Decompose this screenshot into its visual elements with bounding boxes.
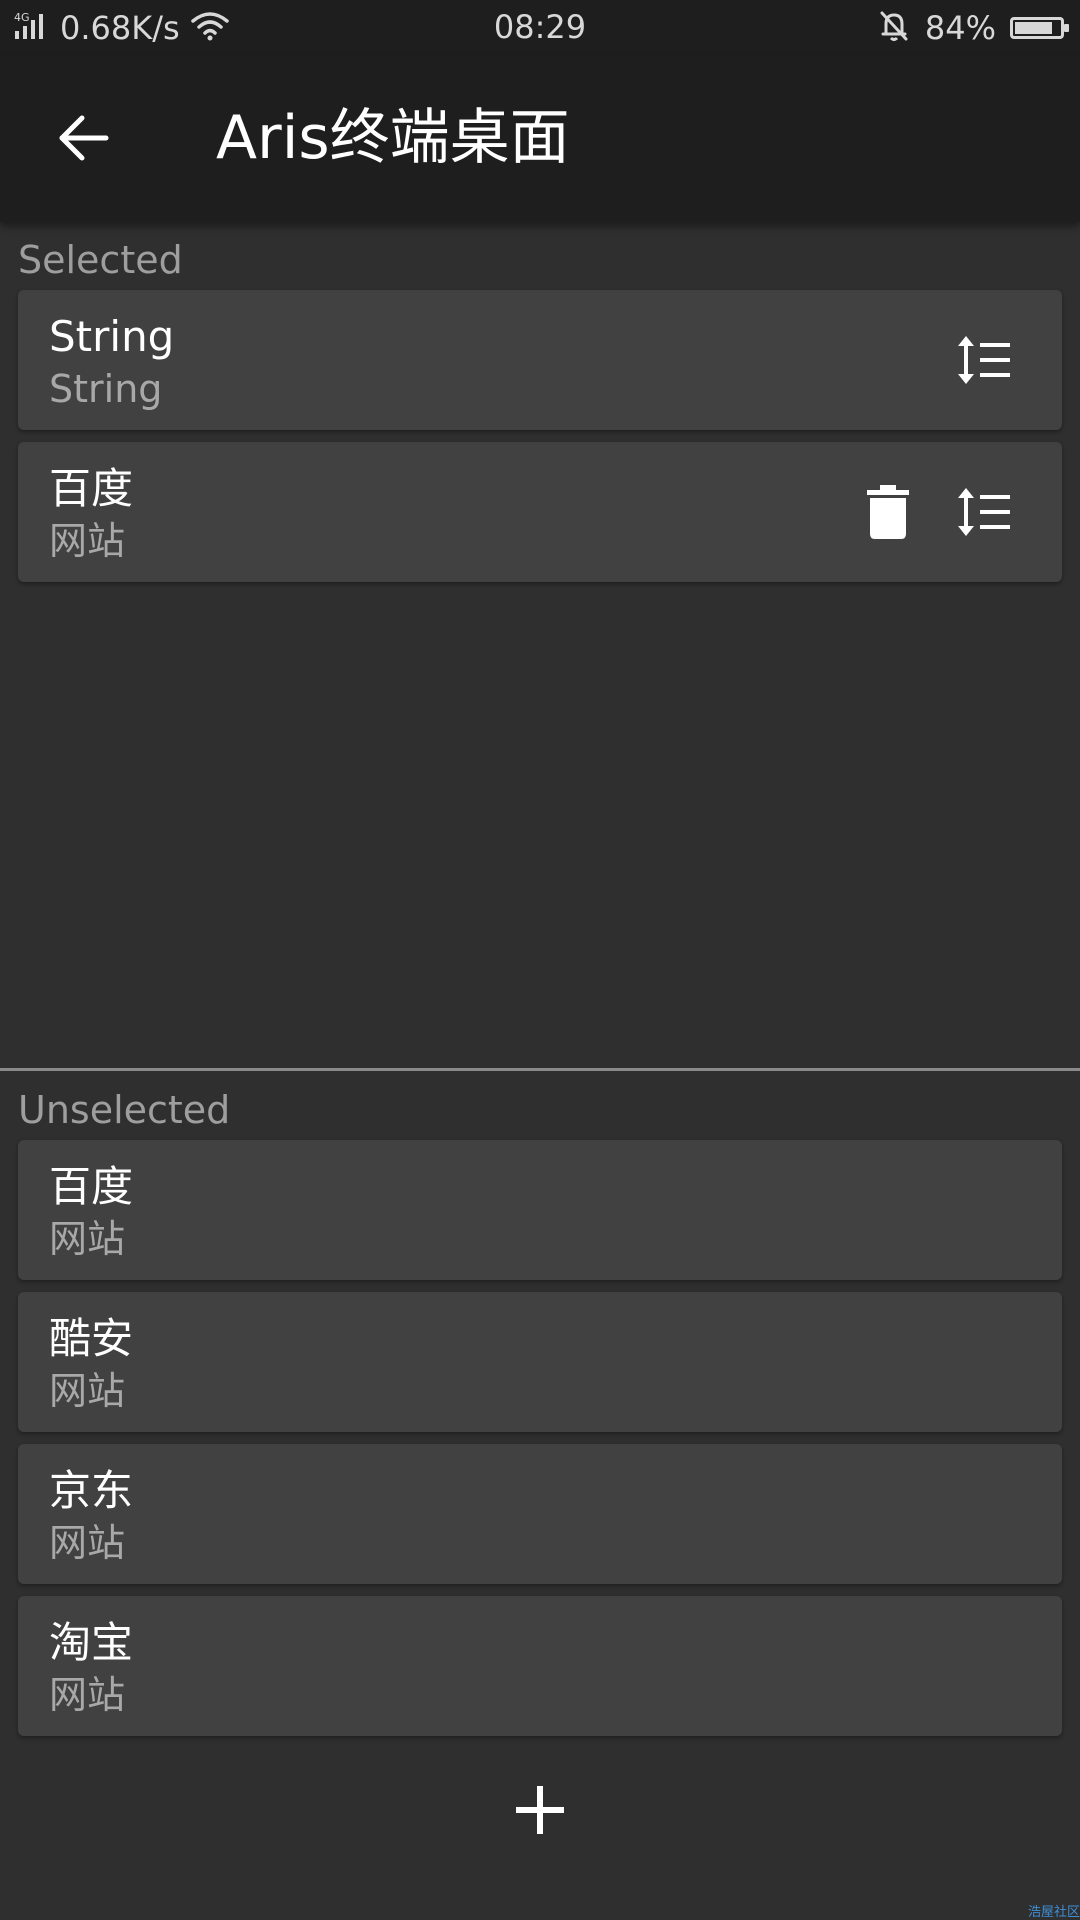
selected-item-baidu[interactable]: 百度 网站 — [18, 442, 1062, 582]
delete-button[interactable] — [852, 476, 924, 548]
delete-icon — [867, 485, 909, 539]
status-bar: 4G 0.68K/s 08:29 84% — [0, 0, 1080, 56]
item-subtitle: 网站 — [49, 1673, 126, 1717]
page-title: Aris终端桌面 — [216, 103, 570, 173]
arrow-back-icon — [59, 115, 109, 161]
reorder-handle[interactable] — [948, 476, 1020, 548]
add-button[interactable] — [500, 1770, 580, 1850]
item-title: 百度 — [49, 464, 134, 513]
app-bar: Aris终端桌面 — [0, 56, 1080, 222]
battery-percent: 84% — [924, 9, 996, 47]
reorder-icon — [958, 488, 1010, 536]
watermark: 浩屋社区 — [1027, 1905, 1080, 1920]
reorder-icon — [958, 336, 1010, 384]
item-subtitle: 网站 — [49, 1369, 126, 1413]
status-right: 84% — [877, 8, 1069, 48]
battery-icon — [1010, 17, 1069, 39]
item-subtitle: 网站 — [49, 1521, 126, 1565]
unselected-item-jd[interactable]: 京东 网站 — [18, 1444, 1062, 1584]
reorder-handle[interactable] — [948, 324, 1020, 396]
selected-item-string[interactable]: String String — [18, 290, 1062, 430]
unselected-item-kuan[interactable]: 酷安 网站 — [18, 1292, 1062, 1432]
selected-section-label: Selected — [18, 238, 183, 282]
unselected-item-baidu[interactable]: 百度 网站 — [18, 1140, 1062, 1280]
item-title: 酷安 — [49, 1314, 134, 1363]
section-divider[interactable] — [0, 1068, 1080, 1071]
item-subtitle: 网站 — [49, 1217, 126, 1261]
battery-fill — [1015, 22, 1052, 34]
item-title: 淘宝 — [49, 1618, 134, 1667]
plus-icon — [516, 1786, 564, 1834]
item-title: 京东 — [49, 1466, 134, 1515]
item-subtitle: String — [49, 367, 163, 411]
item-title: String — [49, 312, 175, 361]
unselected-section-label: Unselected — [18, 1088, 231, 1132]
bell-muted-icon — [877, 9, 911, 47]
back-button[interactable] — [52, 106, 116, 170]
item-title: 百度 — [49, 1162, 134, 1211]
item-subtitle: 网站 — [49, 519, 126, 563]
unselected-item-taobao[interactable]: 淘宝 网站 — [18, 1596, 1062, 1736]
